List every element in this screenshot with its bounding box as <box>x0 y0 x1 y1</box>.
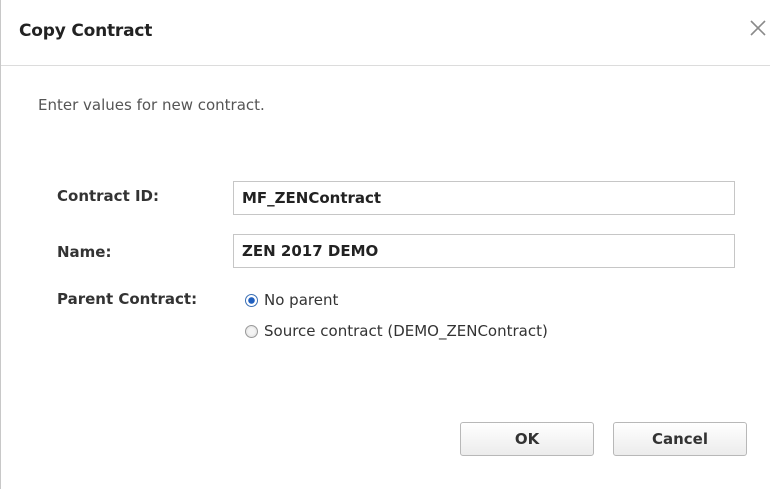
source-contract-label: Source contract (DEMO_ZENContract) <box>264 322 548 340</box>
intro-text: Enter values for new contract. <box>38 96 265 114</box>
cancel-button[interactable]: Cancel <box>613 422 747 456</box>
copy-contract-dialog: Copy Contract Enter values for new contr… <box>0 0 770 489</box>
name-label: Name: <box>57 243 112 261</box>
close-icon-glyph <box>750 20 766 36</box>
name-field[interactable] <box>233 234 735 268</box>
ok-button[interactable]: OK <box>460 422 594 456</box>
dialog-title: Copy Contract <box>19 21 153 41</box>
no-parent-option[interactable]: No parent <box>245 289 338 311</box>
no-parent-label: No parent <box>264 291 339 309</box>
parent-contract-label: Parent Contract: <box>57 290 198 308</box>
contract-id-field[interactable] <box>233 181 735 215</box>
contract-id-label: Contract ID: <box>57 187 159 205</box>
source-contract-radio[interactable] <box>245 324 258 338</box>
close-icon[interactable] <box>746 16 770 40</box>
no-parent-radio[interactable] <box>245 293 258 307</box>
source-contract-option[interactable]: Source contract (DEMO_ZENContract) <box>245 320 548 342</box>
dialog-titlebar: Copy Contract <box>1 0 770 66</box>
